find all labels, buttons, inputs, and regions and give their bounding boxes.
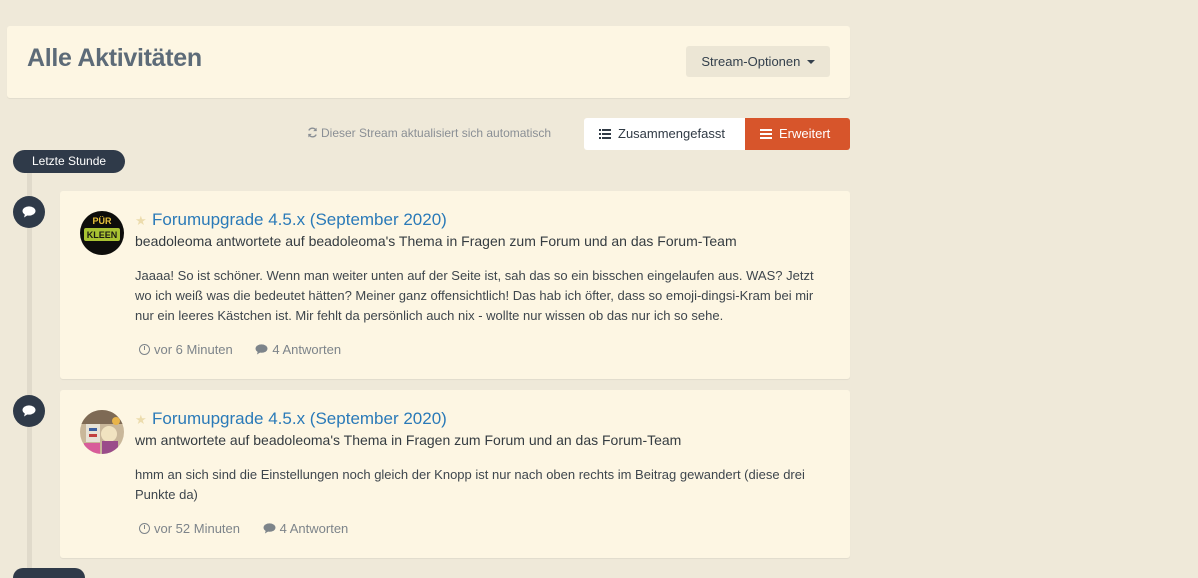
comment-marker — [13, 196, 45, 228]
post-footer: vor 6 Minuten 4 Antworten — [139, 342, 360, 357]
view-compact-label: Zusammengefasst — [618, 126, 725, 141]
menu-icon — [760, 128, 772, 139]
post-title-link[interactable]: Forumupgrade 4.5.x (September 2020) — [152, 409, 447, 429]
timeline-section-label-partial — [13, 568, 85, 578]
stream-options-label: Stream-Optionen — [701, 54, 801, 69]
view-compact-button[interactable]: Zusammengefasst — [584, 118, 745, 150]
post-time-text: vor 6 Minuten — [154, 342, 233, 357]
clock-icon — [139, 344, 150, 356]
comment-icon — [255, 344, 268, 355]
post-meta: wm antwortete auf beadoleoma's Thema in … — [135, 432, 682, 448]
star-icon: ★ — [135, 213, 147, 228]
refresh-icon — [308, 127, 317, 138]
view-expanded-button[interactable]: Erweitert — [745, 118, 850, 150]
timeline-line — [27, 173, 32, 573]
avatar[interactable]: PÜR KLEEN — [80, 211, 124, 255]
post-time[interactable]: vor 52 Minuten — [139, 521, 240, 536]
star-icon: ★ — [135, 412, 147, 427]
svg-text:KLEEN: KLEEN — [87, 230, 118, 240]
activity-card: PÜR KLEEN ★ Forumupgrade 4.5.x (Septembe… — [60, 191, 850, 379]
avatar-illustration-icon — [80, 410, 124, 454]
post-replies-text: 4 Antworten — [279, 521, 349, 536]
post-replies[interactable]: 4 Antworten — [263, 521, 349, 536]
page-title: Alle Aktivitäten — [27, 44, 202, 72]
post-body: Jaaaa! So ist schöner. Wenn man weiter u… — [135, 268, 814, 323]
activity-card: ★ Forumupgrade 4.5.x (September 2020) wm… — [60, 390, 850, 558]
comment-icon — [22, 405, 36, 417]
auto-update-text: Dieser Stream aktualisiert sich automati… — [321, 126, 552, 140]
comment-icon — [263, 523, 276, 534]
post-time[interactable]: vor 6 Minuten — [139, 342, 233, 357]
post-replies-text: 4 Antworten — [272, 342, 342, 357]
timeline-section-label: Letzte Stunde — [13, 150, 126, 173]
comment-icon — [22, 206, 36, 218]
post-replies[interactable]: 4 Antworten — [255, 342, 341, 357]
post-meta: beadoleoma antwortete auf beadoleoma's T… — [135, 233, 737, 249]
page-header: Alle Aktivitäten Stream-Optionen — [7, 26, 850, 98]
post-footer: vor 52 Minuten 4 Antworten — [139, 521, 367, 536]
avatar[interactable] — [80, 410, 124, 454]
post-body: hmm an sich sind die Einstellungen noch … — [135, 467, 805, 502]
post-time-text: vor 52 Minuten — [154, 521, 240, 536]
auto-update-notice: Dieser Stream aktualisiert sich automati… — [307, 126, 551, 140]
list-icon — [599, 128, 611, 139]
caret-down-icon — [807, 59, 815, 64]
post-title-link[interactable]: Forumupgrade 4.5.x (September 2020) — [152, 210, 447, 230]
clock-icon — [139, 523, 150, 535]
view-expanded-label: Erweitert — [779, 126, 831, 141]
svg-text:PÜR: PÜR — [92, 216, 112, 226]
stream-options-button[interactable]: Stream-Optionen — [686, 46, 830, 77]
comment-marker — [13, 395, 45, 427]
avatar-logo-icon: PÜR KLEEN — [80, 211, 124, 255]
